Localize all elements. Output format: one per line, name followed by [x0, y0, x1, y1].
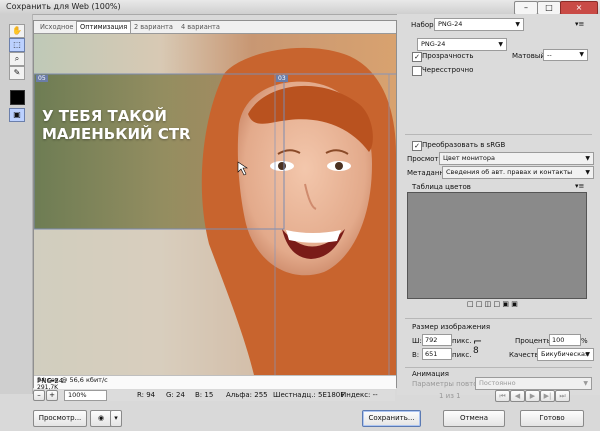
slice-badge-2[interactable]: 03: [276, 75, 288, 82]
format-select[interactable]: PNG-24 ▼: [417, 38, 507, 51]
chevron-down-icon: ▼: [515, 21, 520, 28]
quality-select[interactable]: Бикубическая ▼: [537, 348, 594, 361]
done-button[interactable]: Готово: [520, 410, 584, 427]
chevron-down-icon[interactable]: ▾: [110, 410, 122, 427]
image-size-label: Размер изображения: [412, 323, 491, 331]
hand-tool-icon[interactable]: ✋: [9, 24, 25, 38]
chevron-down-icon: ▼: [583, 380, 588, 387]
matte-label: Матовый:: [512, 52, 548, 60]
maximize-button[interactable]: □: [537, 1, 561, 15]
chevron-down-icon: ▼: [585, 169, 590, 176]
close-button[interactable]: ×: [560, 1, 598, 15]
readout-g: G: 24: [166, 391, 185, 399]
chevron-down-icon: ▼: [498, 41, 503, 48]
preset-select[interactable]: PNG-24 ▼: [434, 18, 524, 31]
loop-select[interactable]: Постоянно ▼: [475, 377, 592, 390]
tab-original[interactable]: Исходное: [37, 22, 76, 32]
browser-select[interactable]: ◉ ▾: [90, 410, 122, 427]
format-value: PNG-24: [421, 40, 446, 48]
tab-2-up[interactable]: 2 варианта: [131, 22, 176, 32]
slice-select-tool-icon[interactable]: ⬚: [9, 38, 25, 52]
metadata-select[interactable]: Сведения об авт. правах и контакты ▼: [442, 166, 594, 179]
preview-mode-value: Цвет монитора: [443, 154, 495, 162]
matte-select[interactable]: -- ▼: [543, 49, 588, 61]
quality-value: Бикубическая: [541, 350, 589, 358]
preset-value: PNG-24: [438, 20, 463, 28]
readout-b: B: 15: [195, 391, 214, 399]
convert-srgb-checkbox[interactable]: ✓: [412, 141, 422, 151]
panel-menu-icon[interactable]: ▾≡: [575, 20, 584, 28]
zoom-in-button[interactable]: +: [46, 390, 58, 401]
animation-label: Анимация: [412, 370, 450, 378]
color-table: [407, 192, 587, 299]
view-tabs: Исходное Оптимизация 2 варианта 4 вариан…: [34, 21, 396, 34]
chevron-down-icon: ▼: [585, 351, 590, 358]
preview-button[interactable]: Просмотр...: [33, 410, 87, 427]
readout-index: Индекс: --: [341, 391, 378, 399]
cancel-button[interactable]: Отмена: [443, 410, 505, 427]
first-frame-icon[interactable]: ⏮: [495, 390, 510, 402]
portrait-image: [34, 34, 396, 375]
preset-label: Набор:: [411, 21, 436, 29]
tools-panel: ✋ ⬚ ⌕ ✎ ▣: [0, 14, 33, 394]
frame-counter: 1 из 1: [439, 392, 461, 400]
loop-value: Постоянно: [479, 379, 516, 387]
headline-line-1: У ТЕБЯ ТАКОЙ: [42, 107, 167, 125]
percent-input[interactable]: 100: [549, 334, 581, 346]
divider: [405, 134, 592, 135]
minimize-button[interactable]: –: [514, 1, 538, 15]
settings-panel: Набор: PNG-24 ▼ ▾≡ PNG-24 ▼ ✓ Прозрачнос…: [397, 14, 600, 402]
info-time: 54 сек @ 56,6 кбит/с: [37, 376, 108, 384]
eyedropper-tool-icon[interactable]: ✎: [9, 66, 25, 80]
browser-icon[interactable]: ◉: [90, 410, 112, 427]
preview-area: Исходное Оптимизация 2 варианта 4 вариан…: [33, 20, 397, 391]
chain-link-icon[interactable]: 8: [473, 347, 479, 356]
width-label: Ш:: [412, 337, 422, 345]
color-table-label: Таблица цветов: [412, 183, 471, 191]
interlaced-checkbox[interactable]: [412, 66, 422, 76]
matte-value: --: [547, 51, 552, 59]
status-bar: – + 100% R: 94 G: 24 B: 15 Альфа: 255 Ше…: [33, 390, 395, 401]
interlaced-label: Чересстрочно: [422, 66, 474, 74]
eyedropper-color-swatch[interactable]: [10, 90, 25, 105]
readout-hex: Шестнадц.: 5E180F: [273, 391, 345, 399]
width-unit: пикс.: [452, 337, 472, 345]
divider: [405, 318, 592, 319]
zoom-select[interactable]: 100%: [64, 390, 107, 401]
height-unit: пикс.: [452, 351, 472, 359]
transparency-label: Прозрачность: [422, 52, 474, 60]
color-table-tools-icon[interactable]: □ □ ◫ □ ▣ ▣: [467, 300, 518, 308]
width-input[interactable]: 792: [422, 334, 452, 346]
headline-line-2: МАЛЕНЬКИЙ CTR: [42, 125, 191, 143]
next-frame-icon[interactable]: ▶|: [540, 390, 555, 402]
window-title: Сохранить для Web (100%): [6, 2, 121, 11]
title-bar: Сохранить для Web (100%) – □ ×: [0, 0, 600, 15]
slice-badge-1[interactable]: 05: [36, 75, 48, 82]
zoom-out-button[interactable]: –: [33, 390, 45, 401]
image-preview[interactable]: У ТЕБЯ ТАКОЙ МАЛЕНЬКИЙ CTR 05 03: [34, 34, 396, 375]
transparency-checkbox[interactable]: ✓: [412, 52, 422, 62]
download-time: 54 сек @ 56,6 кбит/с: [34, 374, 396, 386]
image-headline: У ТЕБЯ ТАКОЙ МАЛЕНЬКИЙ CTR: [42, 107, 191, 143]
tab-optimized[interactable]: Оптимизация: [76, 21, 132, 33]
readout-r: R: 94: [137, 391, 156, 399]
toggle-slices-icon[interactable]: ▣: [9, 108, 25, 122]
save-button[interactable]: Сохранить...: [362, 410, 421, 427]
percent-sign: %: [581, 337, 588, 345]
chevron-down-icon: ▼: [585, 155, 590, 162]
prev-frame-icon[interactable]: ◀: [510, 390, 525, 402]
chevron-down-icon: ▼: [579, 51, 584, 58]
preview-mode-select[interactable]: Цвет монитора ▼: [439, 152, 594, 165]
divider: [405, 367, 592, 368]
convert-srgb-label: Преобразовать в sRGB: [422, 141, 506, 149]
tab-4-up[interactable]: 4 варианта: [178, 22, 223, 32]
color-table-menu-icon[interactable]: ▾≡: [575, 182, 584, 190]
height-label: В:: [412, 351, 420, 359]
metadata-value: Сведения об авт. правах и контакты: [446, 168, 573, 176]
readout-alpha: Альфа: 255: [226, 391, 268, 399]
zoom-tool-icon[interactable]: ⌕: [9, 52, 25, 66]
last-frame-icon[interactable]: ⏭: [555, 390, 570, 402]
play-icon[interactable]: ▶: [525, 390, 540, 402]
height-input[interactable]: 651: [422, 348, 452, 360]
